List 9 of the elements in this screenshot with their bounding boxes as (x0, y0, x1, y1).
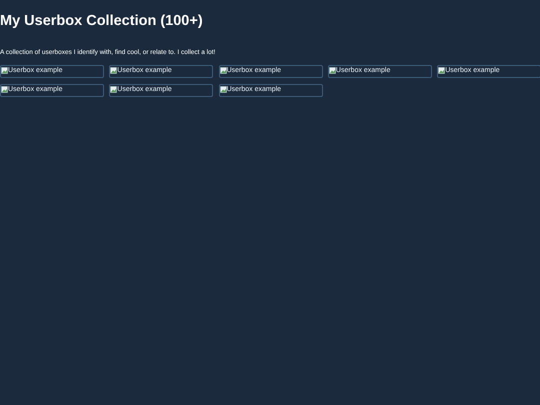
broken-image-icon (1, 86, 8, 93)
broken-image-icon (220, 86, 227, 93)
broken-image-icon (1, 67, 8, 74)
broken-image-icon (110, 86, 118, 93)
broken-image-icon (328, 67, 336, 74)
broken-image-icon (438, 67, 446, 74)
page-title: My Userbox Collection (100+) (0, 12, 204, 30)
broken-image-icon (110, 67, 118, 74)
broken-image-icon (220, 67, 227, 74)
